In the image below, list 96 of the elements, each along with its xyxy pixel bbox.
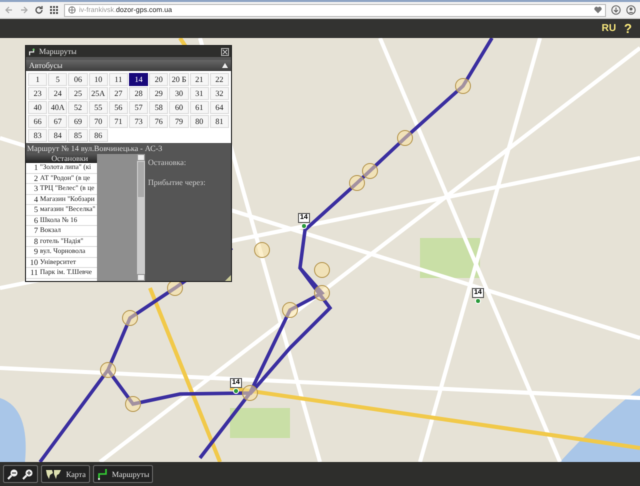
collapse-icon[interactable] — [222, 63, 228, 68]
stop-marker[interactable] — [455, 78, 471, 94]
route-button[interactable]: 10 — [88, 73, 108, 86]
route-button[interactable]: 06 — [68, 73, 88, 86]
heart-icon[interactable] — [594, 6, 602, 14]
route-button[interactable]: 84 — [48, 129, 68, 142]
route-button[interactable]: 52 — [68, 101, 88, 114]
route-button[interactable]: 14 — [129, 73, 148, 86]
column-header: Остановки — [50, 154, 90, 163]
route-button[interactable]: 32 — [210, 87, 229, 100]
row-number: 5 — [33, 205, 39, 214]
route-button[interactable]: 76 — [149, 115, 168, 128]
route-button[interactable]: 55 — [88, 101, 108, 114]
row-number: 1 — [33, 163, 39, 172]
route-button[interactable]: 31 — [190, 87, 209, 100]
route-button[interactable]: 60 — [169, 101, 189, 114]
help-link[interactable]: ? — [624, 21, 632, 36]
stop-marker[interactable] — [314, 285, 330, 301]
route-button[interactable]: 20 Б — [169, 73, 189, 86]
route-button[interactable]: 1 — [28, 73, 48, 86]
stop-marker[interactable] — [314, 262, 330, 278]
apps-grid-icon[interactable] — [49, 5, 59, 15]
route-button[interactable]: 28 — [129, 87, 148, 100]
world-map-icon — [45, 468, 63, 480]
route-button[interactable]: 29 — [149, 87, 168, 100]
resize-handle[interactable] — [225, 275, 231, 281]
route-button[interactable]: 71 — [108, 115, 128, 128]
window-title: Маршруты — [39, 47, 77, 56]
route-button[interactable]: 11 — [108, 73, 128, 86]
row-number: 4 — [33, 194, 39, 204]
route-button[interactable]: 69 — [68, 115, 88, 128]
stop-marker[interactable] — [362, 163, 378, 179]
route-button[interactable]: 86 — [88, 129, 108, 142]
download-icon[interactable] — [611, 5, 621, 15]
route-button[interactable]: 81 — [210, 115, 229, 128]
row-number: 6 — [33, 216, 39, 225]
route-button[interactable]: 64 — [210, 101, 229, 114]
route-icon — [28, 48, 36, 56]
route-button[interactable]: 73 — [129, 115, 148, 128]
scrollbar[interactable] — [137, 154, 145, 281]
row-number: 7 — [33, 226, 39, 236]
water-area — [0, 398, 26, 462]
route-button[interactable]: 24 — [48, 87, 68, 100]
route-button[interactable]: 40А — [48, 101, 68, 114]
section-header[interactable]: Автобусы — [26, 60, 231, 71]
reload-icon[interactable] — [34, 5, 44, 15]
stop-marker[interactable] — [125, 396, 141, 412]
zoom-out-icon — [7, 468, 19, 480]
zoom-in-icon — [22, 468, 34, 480]
row-number: 8 — [33, 236, 39, 246]
park-area — [230, 408, 290, 438]
route-icon — [96, 468, 109, 480]
language-link[interactable]: RU — [602, 23, 616, 34]
zoom-in-button[interactable] — [22, 468, 34, 480]
route-title: Маршрут № 14 вул.Вовчинецька - АС-3 — [26, 143, 164, 154]
route-button[interactable]: 57 — [129, 101, 148, 114]
globe-icon — [68, 6, 76, 14]
route-button[interactable]: 66 — [28, 115, 48, 128]
route-button[interactable]: 85 — [68, 129, 88, 142]
route-button[interactable]: 67 — [48, 115, 68, 128]
stop-marker[interactable] — [122, 310, 138, 326]
stop-marker[interactable] — [282, 302, 298, 318]
route-button[interactable]: 22 — [210, 73, 229, 86]
route-button[interactable]: 27 — [108, 87, 128, 100]
route-button[interactable]: 40 — [28, 101, 48, 114]
route-button[interactable]: 5 — [48, 73, 68, 86]
route-button[interactable]: 23 — [28, 87, 48, 100]
route-button[interactable]: 21 — [190, 73, 209, 86]
row-number: 11 — [29, 268, 39, 278]
arrival-label: Прибытие через: — [148, 178, 206, 187]
route-button[interactable]: 80 — [190, 115, 209, 128]
route-button[interactable]: 25А — [88, 87, 108, 100]
map-button[interactable]: Карта — [41, 465, 90, 483]
routes-button[interactable]: Маршруты — [92, 465, 154, 483]
row-number: 9 — [33, 247, 39, 256]
route-button[interactable]: 61 — [190, 101, 209, 114]
route-button[interactable]: 79 — [169, 115, 189, 128]
stop-marker[interactable] — [397, 130, 413, 146]
stop-marker[interactable] — [254, 242, 270, 258]
close-button[interactable] — [221, 48, 229, 56]
stop-marker[interactable] — [242, 385, 258, 401]
route-button[interactable]: 83 — [28, 129, 48, 142]
route-button[interactable]: 58 — [149, 101, 168, 114]
stop-marker[interactable] — [349, 175, 365, 191]
stop-label: Остановка: — [148, 158, 188, 167]
stop-marker[interactable] — [100, 362, 116, 378]
user-icon[interactable] — [626, 5, 636, 15]
zoom-out-button[interactable] — [7, 468, 19, 480]
row-number: 10 — [29, 258, 39, 267]
route-button[interactable]: 70 — [88, 115, 108, 128]
route-button[interactable]: 56 — [108, 101, 128, 114]
row-number: 3 — [33, 184, 39, 194]
row-number: 2 — [33, 174, 39, 183]
route-button[interactable]: 25 — [68, 87, 88, 100]
route-button[interactable]: 20 — [149, 73, 168, 86]
route-button[interactable]: 30 — [169, 87, 189, 100]
